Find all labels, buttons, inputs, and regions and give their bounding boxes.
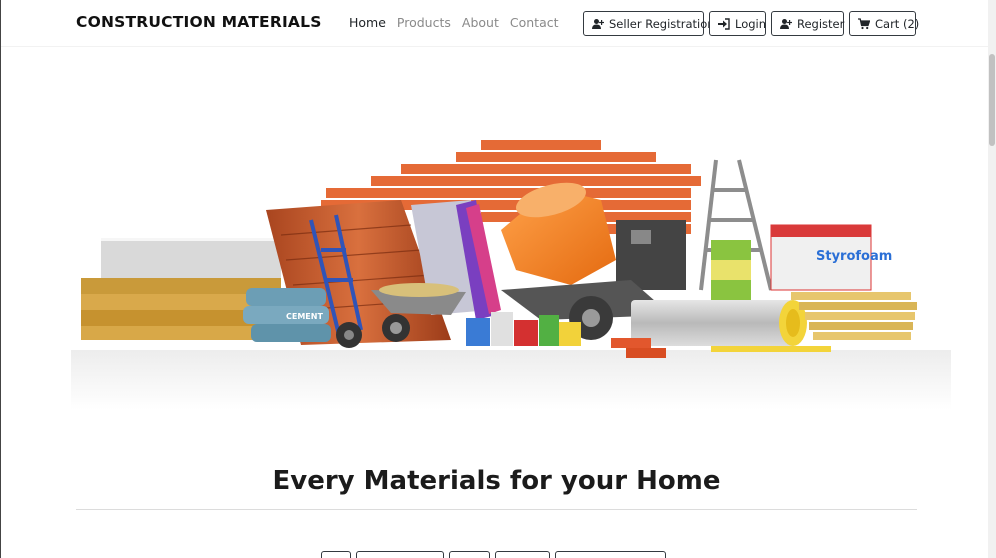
- cement-label: CEMENT: [286, 312, 323, 321]
- page-heading: Every Materials for your Home: [272, 466, 721, 496]
- insulation-boxes: Styrofoam: [711, 224, 892, 300]
- user-plus-icon: [780, 18, 792, 30]
- nav-link-contact[interactable]: Contact: [510, 15, 559, 30]
- cart-button[interactable]: Cart (2): [849, 11, 920, 36]
- hero-image: Styrofoam CEMENT: [71, 100, 951, 420]
- nav-links: Home Products About Contact: [349, 15, 559, 30]
- cart-label: Cart (2): [875, 16, 920, 31]
- register-label: Register: [797, 16, 845, 31]
- login-button[interactable]: Login: [709, 11, 766, 36]
- sign-in-icon: [718, 17, 730, 30]
- seller-registration-button[interactable]: Seller Registration: [583, 11, 715, 36]
- construction-materials-illustration: Styrofoam CEMENT: [71, 140, 951, 410]
- filter-button[interactable]: [449, 551, 490, 558]
- nav-link-products[interactable]: Products: [397, 15, 451, 30]
- brand-logo[interactable]: CONSTRUCTION MATERIALS: [76, 13, 322, 31]
- styrofoam-label: Styrofoam: [816, 249, 892, 264]
- vertical-scrollbar[interactable]: [988, 0, 996, 558]
- nav-link-home[interactable]: Home: [349, 15, 386, 30]
- cement-bags: CEMENT: [243, 288, 331, 342]
- user-plus-icon: [592, 18, 604, 30]
- register-button[interactable]: Register: [771, 11, 844, 36]
- navbar: CONSTRUCTION MATERIALS Home Products Abo…: [1, 0, 989, 47]
- scrollbar-thumb[interactable]: [989, 54, 995, 146]
- nav-buttons: Seller Registration Login Register Cart …: [583, 11, 920, 36]
- filter-button[interactable]: [356, 551, 444, 558]
- filter-button[interactable]: [321, 551, 351, 558]
- nav-link-about[interactable]: About: [462, 15, 499, 30]
- filter-button[interactable]: [555, 551, 666, 558]
- seller-registration-label: Seller Registration: [609, 16, 715, 31]
- filter-button[interactable]: [495, 551, 550, 558]
- login-label: Login: [735, 16, 767, 31]
- shopping-cart-icon: [858, 17, 870, 30]
- lumber-stack: [791, 292, 917, 340]
- page: CONSTRUCTION MATERIALS Home Products Abo…: [0, 0, 989, 558]
- category-filter-buttons: [321, 551, 666, 558]
- heading-divider: [76, 509, 917, 510]
